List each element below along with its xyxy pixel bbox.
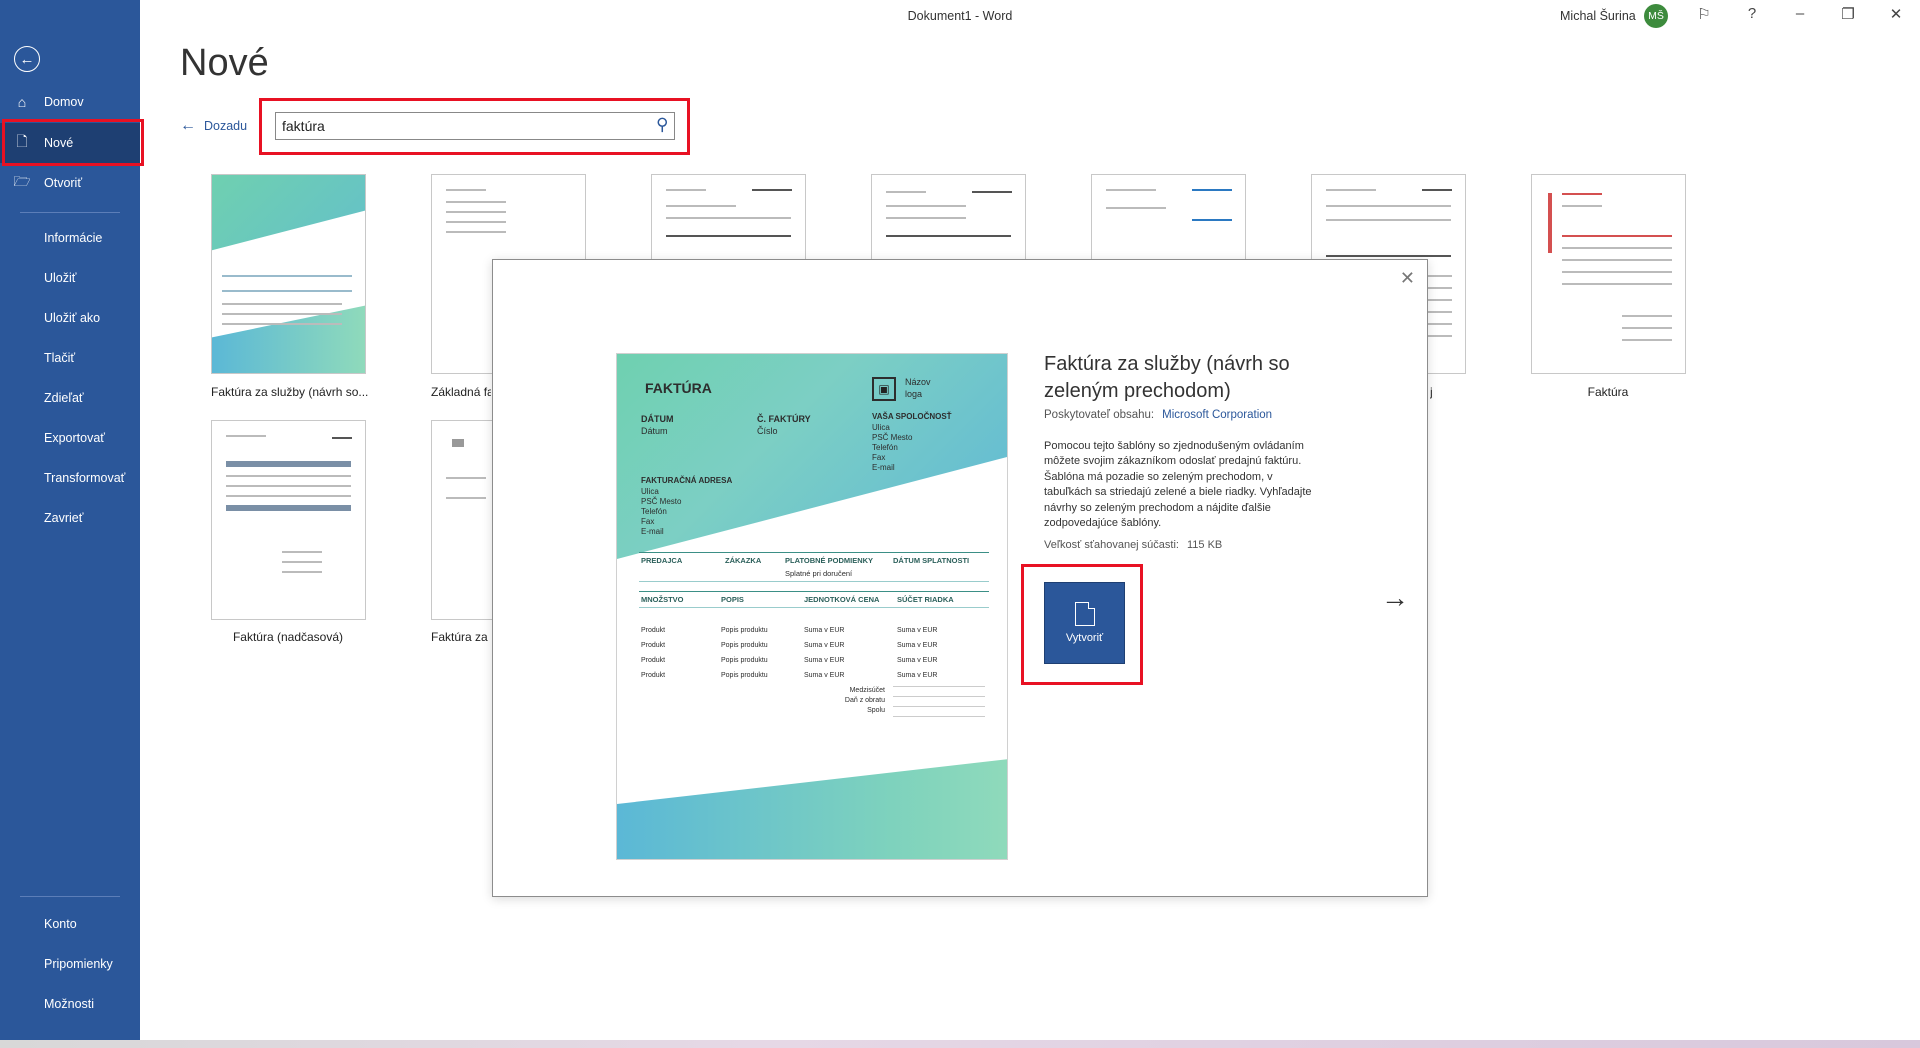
template-thumbnail[interactable]	[1531, 174, 1686, 374]
next-arrow-icon[interactable]: →	[1381, 582, 1409, 614]
sidebar-item-tlacit[interactable]: Tlačiť	[0, 338, 140, 378]
restore-icon[interactable]: ❐	[1836, 5, 1860, 23]
back-link[interactable]: ← Dozadu	[180, 117, 247, 135]
template-caption[interactable]: Faktúra (nadčasová)	[198, 630, 378, 644]
sidebar-item-ulozit-ako[interactable]: Uložiť ako	[0, 298, 140, 338]
provider-line: Poskytovateľ obsahu: Microsoft Corporatio…	[1044, 409, 1273, 421]
sidebar-item-otvorit[interactable]: 🗁 Otvoriť	[0, 163, 140, 203]
sidebar-item-moznosti[interactable]: Možnosti	[0, 984, 140, 1024]
provider-link[interactable]: Microsoft Corporation	[1162, 409, 1272, 421]
sidebar-item-pripomienky[interactable]: Pripomienky	[0, 944, 140, 984]
sidebar-item-informacie[interactable]: Informácie	[0, 218, 140, 258]
download-size: Veľkosť sťahovanej súčasti: 115 KB	[1044, 539, 1223, 551]
user-name[interactable]: Michal Šurina	[1560, 9, 1636, 23]
sidebar-item-zdielat[interactable]: Zdieľať	[0, 378, 140, 418]
page-title: Nové	[180, 42, 269, 84]
help-icon[interactable]: ?	[1740, 5, 1764, 22]
template-preview-image: FAKTÚRA ▣ Názov loga DÁTUM Dátum Č. FAKT…	[616, 353, 1008, 860]
template-preview-dialog: ✕ FAKTÚRA ▣ Názov loga DÁTUM Dátum Č. FA…	[492, 259, 1428, 897]
template-thumbnail[interactable]	[211, 420, 366, 620]
highlight-box-nove	[2, 119, 144, 166]
avatar[interactable]: MŠ	[1644, 4, 1668, 28]
sidebar-divider	[20, 212, 120, 213]
sidebar-item-transformovat[interactable]: Transformovať	[0, 458, 140, 498]
template-caption[interactable]: Faktúra za služby (návrh so...	[211, 385, 391, 399]
feedback-icon[interactable]: ⚐	[1692, 5, 1716, 23]
logo-icon: ▣	[872, 377, 896, 401]
sidebar-divider	[20, 896, 120, 897]
gradient-footer	[617, 759, 1007, 859]
home-icon: ⌂	[17, 94, 27, 110]
template-caption[interactable]: j	[1430, 385, 1450, 399]
create-button[interactable]: Vytvoriť	[1044, 582, 1125, 664]
document-icon	[1074, 601, 1095, 626]
close-icon[interactable]: ✕	[1400, 268, 1415, 289]
minimize-icon[interactable]: –	[1788, 5, 1812, 22]
search-input[interactable]	[276, 113, 636, 139]
back-arrow-icon[interactable]: ←	[14, 46, 40, 72]
template-thumbnail[interactable]	[211, 174, 366, 374]
template-title: Faktúra za služby (návrh so zeleným prec…	[1044, 353, 1290, 402]
close-icon[interactable]: ✕	[1884, 5, 1908, 23]
template-description: Pomocou tejto šablóny so zjednodušeným o…	[1044, 440, 1312, 529]
sidebar-item-konto[interactable]: Konto	[0, 904, 140, 944]
search-icon[interactable]: ⚲	[656, 115, 668, 135]
folder-icon: 🗁	[13, 173, 31, 189]
sidebar-item-ulozit[interactable]: Uložiť	[0, 258, 140, 298]
sidebar-item-domov[interactable]: ⌂ Domov	[0, 82, 140, 122]
sidebar-item-exportovat[interactable]: Exportovať	[0, 418, 140, 458]
template-caption[interactable]: Faktúra za s	[431, 630, 491, 644]
search-box[interactable]: ⚲	[275, 112, 675, 140]
sidebar-item-zavriet[interactable]: Zavrieť	[0, 498, 140, 538]
arrow-left-icon: ←	[180, 117, 196, 134]
template-caption[interactable]: Základná fa	[431, 385, 491, 399]
template-caption[interactable]: Faktúra	[1518, 385, 1698, 399]
taskbar-strip	[0, 1040, 1920, 1048]
